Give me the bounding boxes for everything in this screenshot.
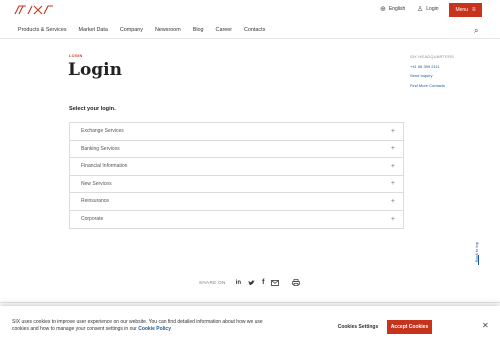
accordion-item-label: New Services (81, 180, 112, 187)
send-inquiry-link[interactable]: Send Inquiry (410, 71, 454, 81)
share-label: SHARE ON (199, 280, 226, 285)
find-more-contacts-link[interactable]: Find More Contacts (410, 81, 454, 91)
plus-icon: + (390, 197, 395, 205)
nav-item-blog[interactable]: Blog (193, 27, 204, 33)
page-title: Login (68, 60, 122, 80)
accordion-item-banking-services[interactable]: Banking Services + (70, 141, 403, 158)
language-label: English (388, 6, 406, 12)
accordion-item-financial-information[interactable]: Financial Information + (70, 158, 403, 176)
back-to-top-link[interactable]: Back to top (474, 242, 479, 262)
page-eyebrow: LOGIN (69, 54, 83, 58)
print-icon[interactable] (292, 279, 301, 286)
nav-item-career[interactable]: Career (216, 27, 232, 33)
page-subhead: Select your login. (69, 106, 116, 112)
twitter-icon[interactable] (248, 280, 255, 286)
nav-item-contacts[interactable]: Contacts (244, 27, 265, 33)
login-link[interactable]: ♙ Login (417, 5, 439, 13)
accordion-item-corporate[interactable]: Corporate + (70, 211, 403, 229)
phone-link[interactable]: +41 58 399 2111 (410, 62, 454, 72)
cookie-settings-button[interactable]: Cookies Settings (334, 320, 382, 334)
language-switch[interactable]: ⊕ English (380, 5, 405, 13)
accordion-item-exchange-services[interactable]: Exchange Services + (70, 123, 403, 141)
login-accordion: Exchange Services + Banking Services + F… (69, 122, 404, 229)
cookie-banner: SIX uses cookies to improve user experie… (0, 306, 500, 348)
nav-item-newsroom[interactable]: Newsroom (155, 27, 181, 33)
plus-icon: + (390, 162, 395, 170)
footer-divider (0, 302, 500, 303)
accept-cookies-button[interactable]: Accept Cookies (387, 320, 432, 334)
menu-button[interactable]: Menu ≡ (449, 3, 482, 17)
menu-label: Menu (455, 7, 468, 13)
facebook-icon[interactable]: f (262, 279, 264, 286)
accordion-item-reinsurance[interactable]: Reinsurance + (70, 193, 403, 211)
search-icon[interactable]: ⌕ (474, 26, 478, 36)
share-bar: SHARE ON in f (199, 279, 301, 286)
headquarters-contact: SIX HEADQUARTERS +41 58 399 2111 Send In… (410, 52, 454, 90)
close-icon[interactable]: ✕ (482, 321, 489, 330)
cookie-policy-link[interactable]: Cookie Policy (138, 326, 171, 332)
login-label: Login (426, 6, 439, 12)
accordion-item-label: Exchange Services (81, 128, 124, 135)
hamburger-icon: ≡ (472, 7, 476, 13)
user-icon: ♙ (417, 6, 424, 13)
linkedin-icon[interactable]: in (236, 280, 241, 286)
nav-item-products[interactable]: Products & Services (18, 27, 67, 33)
six-logo[interactable] (14, 4, 54, 16)
nav-item-market-data[interactable]: Market Data (79, 27, 108, 33)
nav-divider (0, 38, 500, 39)
accordion-item-label: Reinsurance (81, 198, 110, 205)
top-bar: ⊕ English ♙ Login Menu ≡ (0, 0, 500, 22)
accordion-item-label: Financial Information (81, 163, 128, 170)
nav-item-company[interactable]: Company (120, 27, 143, 33)
plus-icon: + (390, 145, 395, 153)
accordion-item-label: Corporate (81, 216, 104, 223)
plus-icon: + (390, 215, 395, 223)
plus-icon: + (390, 127, 395, 135)
accordion-item-label: Banking Services (81, 145, 120, 152)
plus-icon: + (390, 180, 395, 188)
email-icon[interactable] (271, 279, 280, 286)
main-nav: Products & Services Market Data Company … (18, 27, 277, 33)
globe-icon: ⊕ (380, 6, 386, 13)
accordion-item-new-services[interactable]: New Services + (70, 176, 403, 193)
headquarters-label: SIX HEADQUARTERS (410, 54, 455, 59)
cookie-text: SIX uses cookies to improve user experie… (12, 319, 274, 333)
